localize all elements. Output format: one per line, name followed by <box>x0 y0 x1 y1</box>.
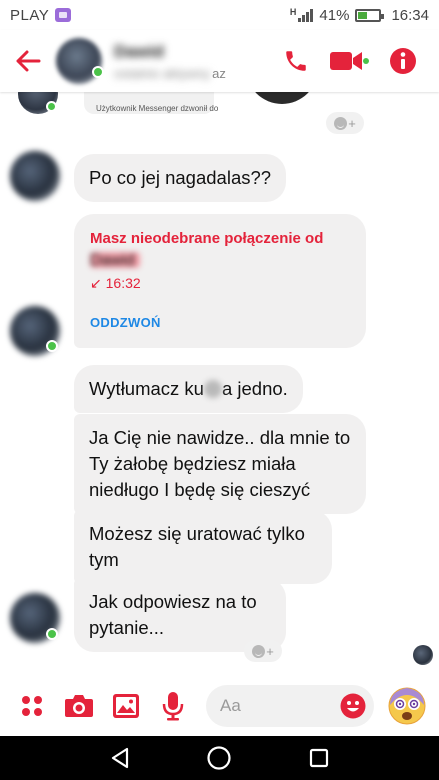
signal-icon <box>298 8 314 22</box>
network-type: H <box>289 7 297 17</box>
add-reaction-button[interactable]: + <box>244 640 282 662</box>
header-actions <box>283 47 439 75</box>
status-bar: PLAY H 41% 16:34 <box>0 0 439 30</box>
contact-status-text: ostatnio aktywny <box>114 65 211 81</box>
video-camera-icon[interactable] <box>329 49 369 73</box>
contact-status: ostatnio aktywny az <box>114 66 226 81</box>
message-input[interactable] <box>206 685 374 727</box>
status-indicators: H 41% 16:34 <box>290 7 429 24</box>
back-arrow-icon[interactable] <box>0 30 56 92</box>
nav-back-icon[interactable] <box>105 743 135 773</box>
phone-icon[interactable] <box>283 48 309 74</box>
message-text: Możesz się uratować tylko tym <box>89 523 305 570</box>
contact-name: Dawid <box>114 41 165 61</box>
camera-icon[interactable] <box>63 690 95 722</box>
previous-messages: Użytkownik Messenger dzwonił do + <box>0 92 439 140</box>
gallery-notification-icon <box>55 8 72 22</box>
message-bubble[interactable]: Po co jej nagadalas?? <box>74 154 287 202</box>
smile-icon <box>252 644 266 658</box>
message-text: Jak odpowiesz na to pytanie... <box>89 591 257 638</box>
call-back-button[interactable]: ODDZWOŃ <box>90 315 161 330</box>
add-reaction-plus: + <box>266 643 274 659</box>
missed-call-arrow-icon: ↙ <box>90 275 102 291</box>
censored-word <box>203 380 222 398</box>
missed-call-time: ↙ 16:32 <box>90 275 141 292</box>
battery-percent: 41% <box>319 6 350 24</box>
chat-header: Dawid ostatnio aktywny az <box>0 30 439 92</box>
contact-status-suffix: az <box>212 65 226 81</box>
microphone-icon[interactable] <box>157 690 189 722</box>
nav-recents-icon[interactable] <box>304 743 334 773</box>
battery-icon <box>355 8 385 22</box>
add-reaction-plus: + <box>348 115 356 131</box>
message-text-end: a jedno. <box>221 378 288 399</box>
read-receipt-avatar <box>413 645 433 665</box>
previous-image[interactable] <box>246 92 318 104</box>
apps-icon[interactable] <box>16 690 48 722</box>
info-icon[interactable] <box>389 47 417 75</box>
message-text: Ja Cię nie nawidze.. dla mnie to Ty żało… <box>89 427 351 500</box>
missed-call-caller: Dawid <box>90 252 140 269</box>
message-bubble[interactable]: Ja Cię nie nawidze.. dla mnie to Ty żało… <box>74 414 366 514</box>
image-icon[interactable] <box>110 690 142 722</box>
contact-info[interactable]: Dawid ostatnio aktywny az <box>114 42 226 81</box>
message-bubble[interactable]: Możesz się uratować tylko tym <box>74 510 332 584</box>
smile-icon <box>334 116 348 130</box>
online-indicator <box>46 628 58 640</box>
missed-call-time-text: 16:32 <box>105 275 141 291</box>
message-text: Po co jej nagadalas?? <box>89 167 272 188</box>
message-bubble[interactable]: Wytłumacz ku a jedno. <box>74 365 303 413</box>
sender-avatar[interactable] <box>10 151 60 201</box>
online-indicator <box>92 66 104 78</box>
missed-call-title: Masz nieodebrane połączenie od <box>90 230 324 247</box>
previous-call-text: Użytkownik Messenger dzwonił do <box>96 104 219 113</box>
nav-home-icon[interactable] <box>204 743 234 773</box>
message-composer <box>0 676 439 736</box>
carrier-label: PLAY <box>10 6 50 24</box>
clock: 16:34 <box>391 6 429 24</box>
emoji-icon[interactable] <box>340 693 366 719</box>
system-navigation-bar <box>0 736 439 780</box>
message-text-field[interactable] <box>220 696 330 716</box>
missed-call-card[interactable]: Masz nieodebrane połączenie od Dawid ↙ 1… <box>74 214 366 348</box>
online-indicator <box>46 340 58 352</box>
add-reaction-button[interactable]: + <box>326 112 364 134</box>
astonished-face-icon[interactable] <box>388 687 426 725</box>
message-text-start: Wytłumacz ku <box>89 378 204 399</box>
online-indicator <box>46 101 57 112</box>
